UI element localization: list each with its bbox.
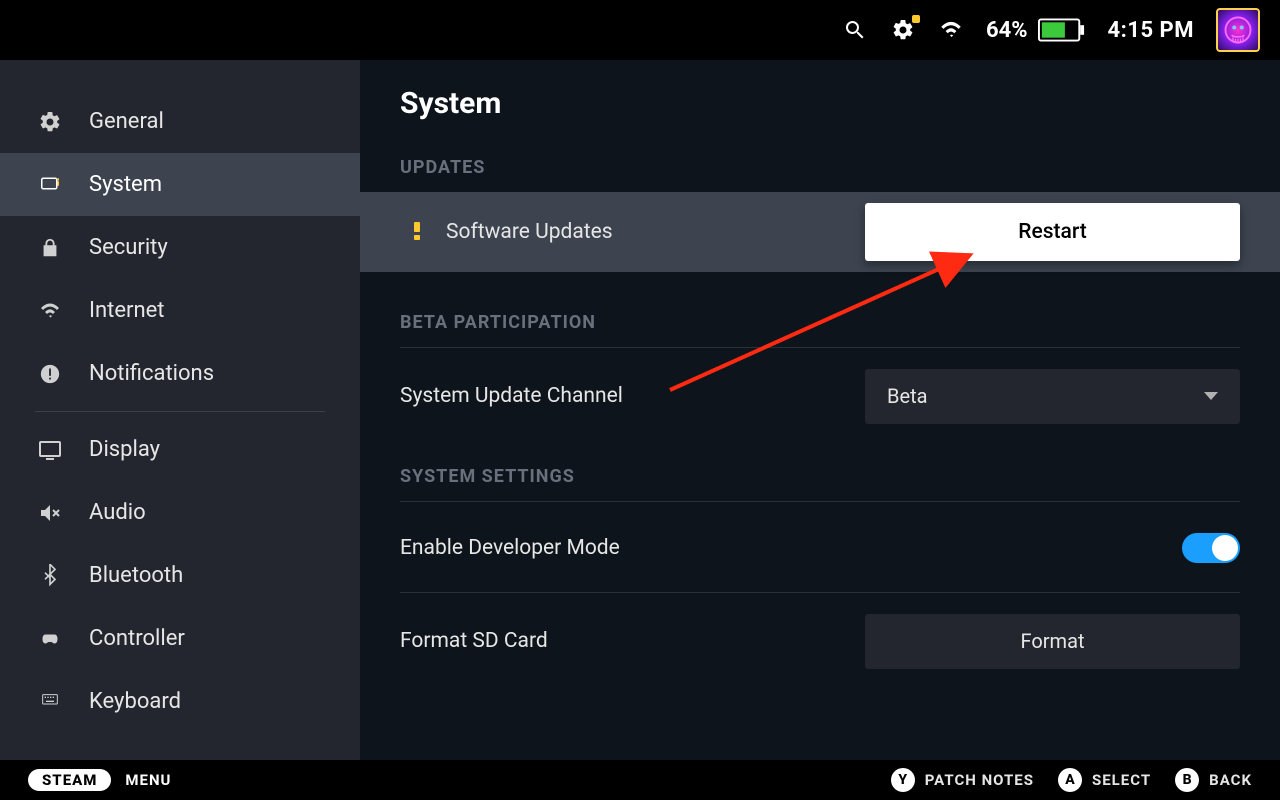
update-channel-select[interactable]: Beta (865, 369, 1240, 424)
b-button-icon: B (1175, 768, 1199, 792)
sidebar-item-controller[interactable]: Controller (0, 607, 360, 670)
battery-status: 64% (986, 18, 1086, 43)
row-update-channel: System Update Channel Beta (400, 366, 1240, 426)
keyboard-icon (35, 687, 65, 717)
developer-mode-toggle[interactable] (1182, 533, 1240, 563)
system-icon (35, 170, 65, 200)
sidebar-item-security[interactable]: Security (0, 216, 360, 279)
sidebar-item-label: Internet (89, 298, 164, 323)
hint-select[interactable]: A SELECT (1058, 768, 1151, 792)
sidebar-item-label: Security (89, 235, 168, 260)
controller-icon (35, 624, 65, 654)
restart-button[interactable]: Restart (865, 203, 1240, 261)
divider (400, 501, 1240, 502)
search-icon[interactable] (842, 17, 868, 43)
section-system-settings: SYSTEM SETTINGS Enable Developer Mode Fo… (400, 466, 1240, 671)
chevron-down-icon (1204, 392, 1218, 400)
steam-button[interactable]: STEAM (28, 769, 111, 791)
sidebar-item-keyboard[interactable]: Keyboard (0, 670, 360, 733)
divider (400, 592, 1240, 593)
select-value: Beta (887, 384, 928, 408)
clock: 4:15 PM (1108, 18, 1194, 43)
wifi-icon (35, 296, 65, 326)
section-head-beta: BETA PARTICIPATION (400, 312, 1240, 333)
gear-icon (35, 107, 65, 137)
format-button[interactable]: Format (865, 614, 1240, 669)
wifi-icon[interactable] (938, 17, 964, 43)
menu-label: MENU (125, 771, 171, 789)
sidebar-item-audio[interactable]: Audio (0, 481, 360, 544)
warning-icon (410, 222, 424, 242)
row-label: Format SD Card (400, 629, 548, 653)
top-bar: 64% 4:15 PM (0, 0, 1280, 60)
row-label: Enable Developer Mode (400, 536, 620, 560)
sidebar-item-label: Audio (89, 500, 146, 525)
sidebar-item-label: Controller (89, 626, 185, 651)
alert-icon (35, 359, 65, 389)
section-head-updates: UPDATES (400, 157, 1240, 178)
sidebar-item-label: Display (89, 437, 160, 462)
section-beta: BETA PARTICIPATION System Update Channel… (400, 312, 1240, 426)
row-label: Software Updates (446, 220, 613, 244)
y-button-icon: Y (891, 768, 915, 792)
page-title: System (400, 86, 1240, 121)
sidebar-item-label: Bluetooth (89, 563, 183, 588)
sidebar-item-system[interactable]: System (0, 153, 360, 216)
section-updates: UPDATES Software Updates Restart (400, 157, 1240, 272)
row-software-updates[interactable]: Software Updates Restart (360, 192, 1280, 272)
sidebar: General System Security Internet Notific… (0, 60, 360, 760)
divider (400, 347, 1240, 348)
settings-icon[interactable] (890, 17, 916, 43)
settings-notification-dot (912, 15, 920, 23)
sidebar-item-bluetooth[interactable]: Bluetooth (0, 544, 360, 607)
sidebar-item-notifications[interactable]: Notifications (0, 342, 360, 405)
row-format-sd: Format SD Card Format (400, 611, 1240, 671)
a-button-icon: A (1058, 768, 1082, 792)
lock-icon (35, 233, 65, 263)
bottom-bar: STEAM MENU Y PATCH NOTES A SELECT B BACK (0, 760, 1280, 800)
hint-patch-notes[interactable]: Y PATCH NOTES (891, 768, 1034, 792)
sidebar-item-general[interactable]: General (0, 90, 360, 153)
battery-percent: 64% (986, 18, 1028, 43)
sidebar-divider (35, 411, 325, 412)
sidebar-item-display[interactable]: Display (0, 418, 360, 481)
bluetooth-icon (35, 561, 65, 591)
display-icon (35, 435, 65, 465)
audio-mute-icon (35, 498, 65, 528)
hint-back[interactable]: B BACK (1175, 768, 1252, 792)
main-panel: System UPDATES Software Updates Restart … (360, 60, 1280, 760)
row-label: System Update Channel (400, 384, 623, 408)
sidebar-item-label: Keyboard (89, 689, 181, 714)
avatar[interactable] (1216, 8, 1260, 52)
sidebar-item-label: General (89, 109, 164, 134)
sidebar-item-label: Notifications (89, 361, 214, 386)
battery-icon (1038, 18, 1086, 42)
section-head-settings: SYSTEM SETTINGS (400, 466, 1240, 487)
sidebar-item-internet[interactable]: Internet (0, 279, 360, 342)
sidebar-item-label: System (89, 172, 162, 197)
row-developer-mode: Enable Developer Mode (400, 520, 1240, 576)
